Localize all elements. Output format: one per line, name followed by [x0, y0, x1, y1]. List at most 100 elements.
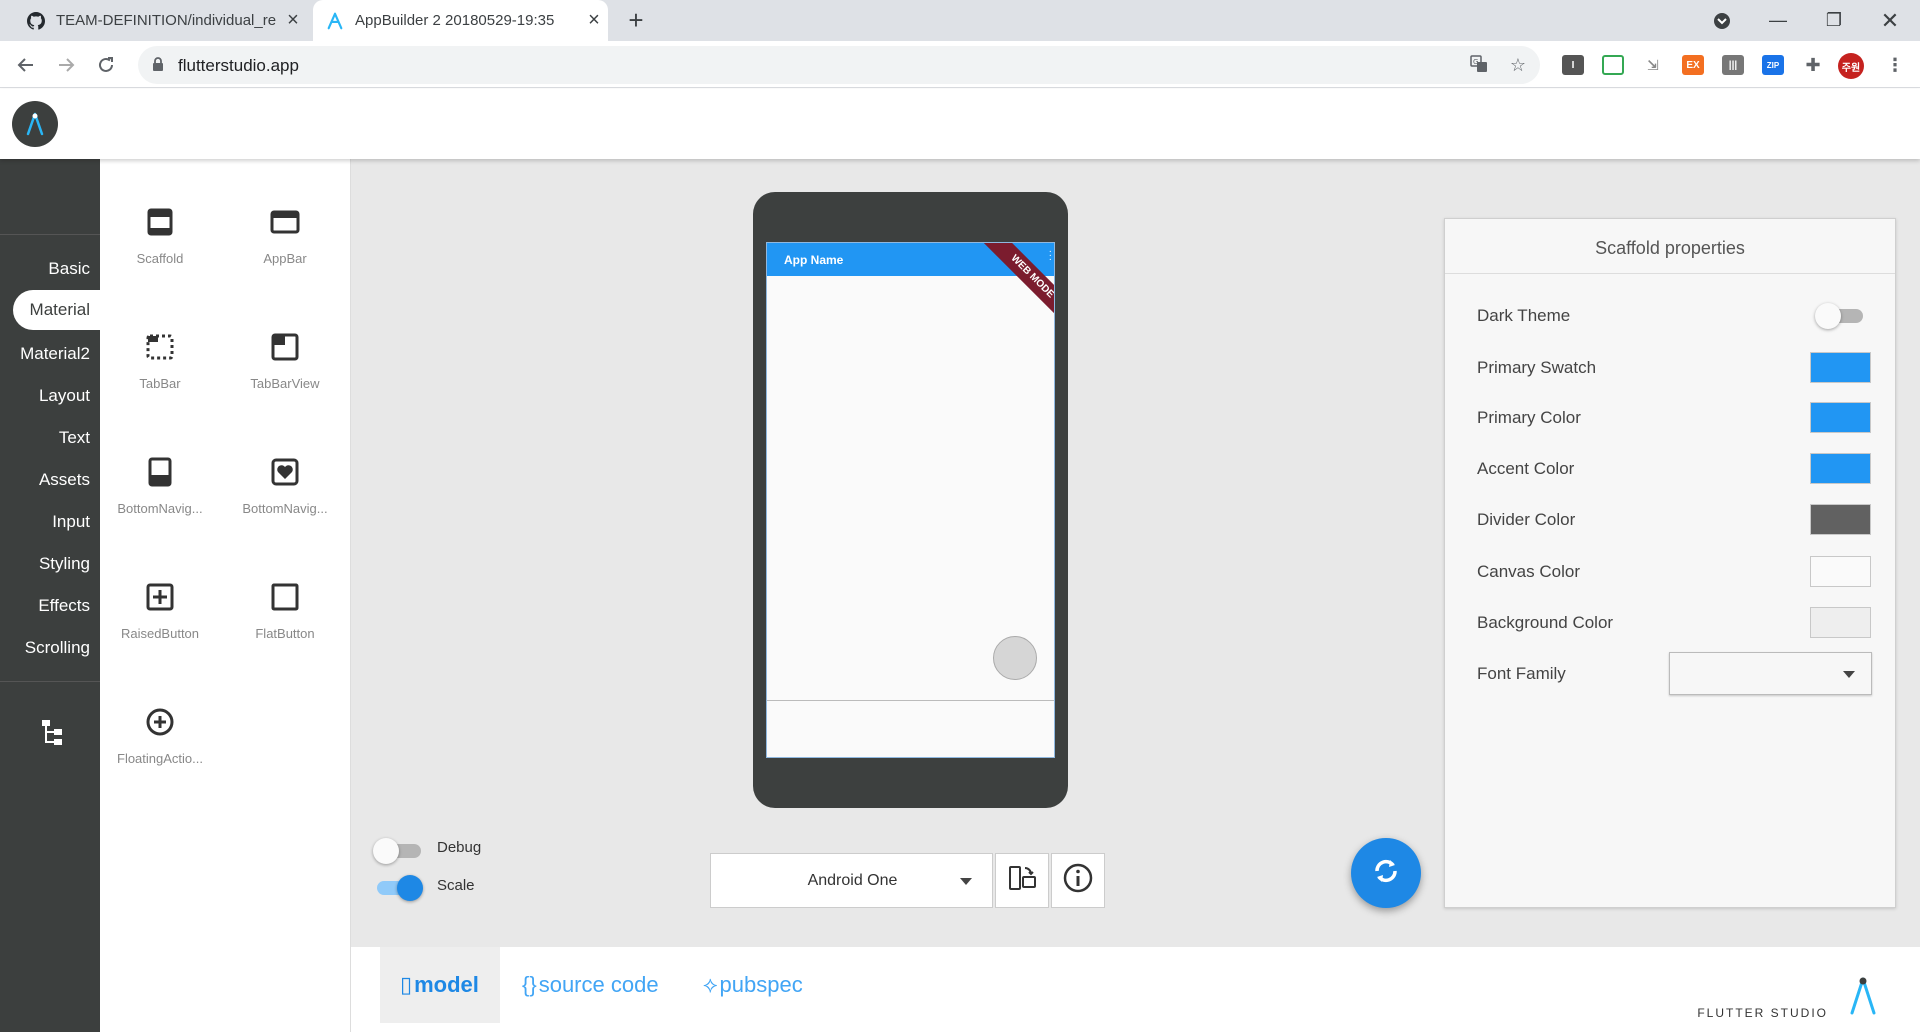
preview-bottom-bar[interactable]	[767, 700, 1054, 757]
widget-raised-button[interactable]: RaisedButton	[100, 582, 220, 641]
extension-reader-icon[interactable]: I	[1562, 55, 1584, 75]
color-swatch[interactable]	[1810, 402, 1871, 433]
tab-pubspec[interactable]: ⟡ pubspec	[703, 947, 803, 1023]
phone-screen[interactable]: App Name · · · WEB MODE	[766, 242, 1055, 758]
widget-tabbarview[interactable]: TabBarView	[225, 332, 345, 391]
color-swatch[interactable]	[1810, 556, 1871, 587]
info-button[interactable]	[1051, 853, 1105, 908]
dark-theme-toggle[interactable]	[1815, 300, 1867, 330]
extension-barcode-icon[interactable]: |||	[1722, 55, 1744, 75]
code-braces-icon: {}	[522, 972, 537, 997]
bottom-tabs: ▯ model {} source code ⟡ pubspec FLUTTER…	[351, 947, 1920, 1032]
tab-title: TEAM-DEFINITION/individual_re	[56, 12, 277, 29]
menu-kebab-icon[interactable]: ⋮	[1884, 55, 1906, 75]
property-canvas-color: Canvas Color	[1445, 552, 1895, 592]
rotate-device-icon	[1007, 863, 1037, 898]
property-primary-swatch: Primary Swatch	[1445, 348, 1895, 388]
widget-appbar[interactable]: AppBar	[225, 207, 345, 266]
color-swatch[interactable]	[1810, 607, 1871, 638]
back-icon[interactable]	[10, 49, 42, 81]
widget-tabbar[interactable]: TabBar	[100, 332, 220, 391]
tab-title: AppBuilder 2 20180529-19:35	[355, 12, 555, 29]
close-tab-icon[interactable]: ×	[580, 9, 608, 32]
restore-icon[interactable]: ❐	[1806, 0, 1862, 41]
brand-text: FLUTTER STUDIO	[1697, 1006, 1828, 1020]
extension-screen-icon[interactable]	[1602, 55, 1624, 75]
widget-bottom-navigation-item[interactable]: BottomNavig...	[225, 457, 345, 516]
category-effects[interactable]: Effects	[38, 596, 90, 616]
phone-preview: App Name · · · WEB MODE	[753, 192, 1068, 808]
widget-scaffold[interactable]: Scaffold	[100, 207, 220, 266]
widget-label: TabBarView	[250, 376, 320, 391]
workspace: App Name · · · WEB MODE Debug Scale Androi…	[351, 159, 1920, 947]
flutter-studio-icon	[325, 11, 345, 31]
flutter-studio-logo[interactable]	[12, 101, 58, 147]
debug-toggle[interactable]	[373, 835, 425, 865]
extensions-puzzle-icon[interactable]: ✚	[1802, 55, 1824, 75]
new-tab-button[interactable]: +	[622, 6, 650, 34]
appbar-icon	[270, 207, 300, 237]
chevron-down-icon	[1843, 671, 1855, 678]
debug-label: Debug	[437, 839, 482, 856]
property-label: Primary Swatch	[1477, 358, 1597, 377]
category-material2[interactable]: Material2	[20, 344, 90, 364]
profile-avatar[interactable]: 주원	[1838, 53, 1864, 79]
close-window-icon[interactable]: ✕	[1862, 0, 1918, 41]
flat-button-icon	[270, 582, 300, 612]
property-label: Divider Color	[1477, 510, 1576, 529]
widget-flat-button[interactable]: FlatButton	[225, 582, 345, 641]
property-label: Accent Color	[1477, 459, 1575, 478]
sync-icon	[1369, 854, 1403, 893]
tab-model[interactable]: ▯ model	[380, 947, 500, 1023]
reload-icon[interactable]	[90, 49, 122, 81]
browser-tab-github[interactable]: TEAM-DEFINITION/individual_re ×	[12, 0, 307, 41]
category-input[interactable]: Input	[52, 512, 90, 532]
widget-label: Scaffold	[136, 251, 184, 266]
scale-label: Scale	[437, 877, 475, 894]
refresh-fab-button[interactable]	[1351, 838, 1421, 908]
forward-icon[interactable]	[50, 49, 82, 81]
property-background-color: Background Color	[1445, 603, 1895, 643]
category-scrolling[interactable]: Scrolling	[25, 638, 90, 658]
bookmark-star-icon[interactable]: ☆	[1510, 55, 1526, 78]
rotate-device-button[interactable]	[995, 853, 1049, 908]
font-family-select[interactable]	[1669, 652, 1872, 695]
tab-search-icon[interactable]	[1694, 0, 1750, 41]
extension-cursor-icon[interactable]: ⇲	[1642, 55, 1664, 75]
scale-toggle[interactable]	[373, 872, 425, 902]
close-tab-icon[interactable]: ×	[279, 9, 307, 32]
category-styling[interactable]: Styling	[39, 554, 90, 574]
minimize-icon[interactable]: —	[1750, 0, 1806, 41]
bottom-navigation-icon	[145, 457, 175, 487]
widget-label: BottomNavig...	[117, 501, 203, 516]
property-divider-color: Divider Color	[1445, 500, 1895, 540]
divider	[0, 681, 100, 682]
brand: FLUTTER STUDIO	[1697, 975, 1880, 1022]
address-bar[interactable]: flutterstudio.app G ☆	[138, 46, 1540, 84]
color-swatch[interactable]	[1810, 504, 1871, 535]
url-text: flutterstudio.app	[178, 56, 299, 75]
category-material[interactable]: Material	[13, 290, 100, 330]
device-select-value: Android One	[807, 872, 898, 889]
device-select[interactable]: Android One	[710, 853, 993, 908]
tab-source-code[interactable]: {} source code	[522, 947, 659, 1023]
widget-floating-action-button[interactable]: FloatingActio...	[100, 707, 220, 766]
widget-bottom-navigation-bar[interactable]: BottomNavig...	[100, 457, 220, 516]
category-basic[interactable]: Basic	[48, 259, 90, 279]
translate-icon[interactable]: G	[1470, 55, 1488, 78]
widget-label: AppBar	[263, 251, 307, 266]
github-icon	[26, 11, 46, 31]
category-layout[interactable]: Layout	[39, 386, 90, 406]
widget-tree-icon[interactable]	[40, 717, 70, 752]
category-assets[interactable]: Assets	[39, 470, 90, 490]
color-swatch[interactable]	[1810, 453, 1871, 484]
chevron-down-icon	[960, 878, 972, 885]
color-swatch[interactable]	[1810, 352, 1871, 383]
widget-label: RaisedButton	[120, 626, 200, 641]
preview-floating-action-button[interactable]	[993, 636, 1037, 680]
extension-ex-icon[interactable]: EX	[1682, 55, 1704, 75]
category-text[interactable]: Text	[59, 428, 90, 448]
property-font-family: Font Family	[1445, 652, 1895, 695]
extension-zip-icon[interactable]: ZIP	[1762, 55, 1784, 75]
browser-tab-appbuilder[interactable]: AppBuilder 2 20180529-19:35 ×	[313, 0, 608, 41]
